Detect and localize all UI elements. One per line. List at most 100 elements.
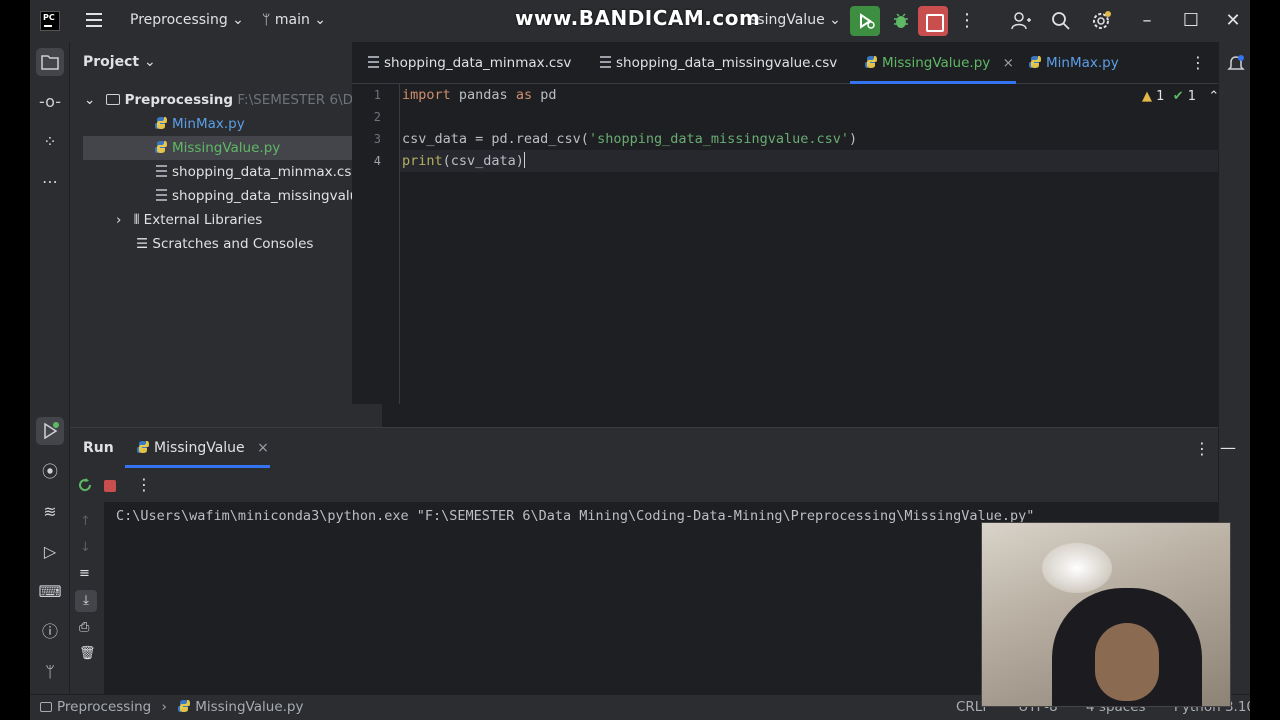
console-output[interactable]: C:\Users\wafim\miniconda3\python.exe "F:… [116,508,1034,524]
more-vertical-icon[interactable]: ⋮ [956,10,978,32]
line-number: 2 [373,110,381,124]
warning-count: 1 [1156,89,1165,104]
tab-shopping-missingvalue-csv[interactable]: shopping_data_missingvalue.csv [600,42,837,84]
scratches-label: Scratches and Consoles [152,236,314,252]
bug-icon [894,13,908,28]
minimize-icon[interactable]: – [1136,10,1158,32]
maximize-icon[interactable]: ☐ [1180,10,1202,32]
main-menu-icon[interactable] [86,13,102,27]
text-cursor [523,152,525,168]
run-tab-missingvalue[interactable]: MissingValue × [136,440,269,456]
tree-scratches[interactable]: ☰ Scratches and Consoles [136,232,313,256]
run-tool-icon[interactable] [36,417,64,445]
tab-minmax-py[interactable]: MinMax.py [1028,42,1119,84]
webcam-overlay [981,522,1231,707]
tabs-more-icon[interactable]: ⋮ [1190,42,1206,84]
python-file-icon [1028,44,1042,68]
tree-file-missingvalue[interactable]: MissingValue.py [83,136,353,160]
branch-icon: ᛘ [262,12,271,28]
notifications-icon[interactable] [1227,54,1245,76]
code-text: pandas [450,87,516,103]
rerun-button[interactable] [850,6,880,36]
soft-wrap-icon[interactable]: ≡ [79,566,90,581]
project-panel-title[interactable]: Project ⌄ [83,54,156,70]
rerun-icon[interactable] [76,476,94,498]
code-line-3[interactable]: csv_data = pd.read_csv('shopping_data_mi… [402,128,857,150]
project-title-label: Project [83,54,140,70]
code-editor[interactable]: 1 2 3 4 import pandas as pd csv_data = p… [352,84,1239,404]
breadcrumb-root[interactable]: Preprocessing [57,699,151,715]
keyword: as [515,87,533,103]
tree-file-minmax-csv[interactable]: shopping_data_minmax.csv [156,160,359,184]
code-line-1[interactable]: import pandas as pd [402,84,556,106]
branch-switcher[interactable]: ᛘ main ⌄ [262,12,326,28]
python-file-icon [177,699,191,713]
run-more-icon[interactable]: ⋮ [1194,439,1210,458]
scratches-icon: ☰ [136,236,149,252]
run-config-selector[interactable]: ssingValue ⌄ [750,12,841,28]
tab-label: MissingValue.py [882,55,991,71]
rerun-icon [860,13,875,29]
print-icon[interactable]: ⎙ [79,620,89,635]
editor-tabs: shopping_data_minmax.csv shopping_data_m… [352,42,1250,84]
title-bar: PC Preprocessing ⌄ ᛘ main ⌄ ssingValue ⌄… [30,0,1250,42]
code-text: ) [849,131,858,147]
string-literal: 'shopping_data_missingvalue.csv' [588,131,850,147]
tab-label: MinMax.py [1046,55,1119,71]
stop-icon[interactable] [104,480,116,492]
structure-icon[interactable]: ⁘ [36,128,64,156]
debug-button[interactable] [886,6,916,36]
tab-missingvalue-py[interactable]: MissingValue.py × [864,42,1014,84]
more-tools-icon[interactable]: ⋯ [36,168,64,196]
external-libraries-label: External Libraries [143,212,263,228]
branch-label: main [274,12,310,28]
python-file-icon [154,138,168,153]
add-user-icon[interactable] [1010,10,1032,32]
project-switcher[interactable]: Preprocessing ⌄ [130,12,244,28]
tab-shopping-minmax-csv[interactable]: shopping_data_minmax.csv [368,42,571,84]
arrow-up-icon[interactable]: ↑ [80,514,91,529]
line-number-gutter: 1 2 3 4 [352,84,400,404]
python-file-icon [864,44,878,68]
chevron-down-icon: ⌄ [143,54,156,70]
stop-button[interactable] [918,6,948,36]
chevron-down-icon: ⌄ [829,12,841,28]
line-number: 4 [373,154,381,168]
pycharm-logo-icon[interactable]: PC [40,11,60,31]
git-icon[interactable]: ᛘ [36,658,64,686]
project-panel: Project ⌄ ⌄ Preprocessing F:\SEMESTER 6\… [70,42,393,468]
tree-external-libraries[interactable]: › ⫴ External Libraries [116,208,262,232]
python-packages-icon[interactable]: ⦿ [36,458,64,486]
settings-gear-icon[interactable] [1090,10,1112,32]
text-file-icon [368,56,379,68]
run-side-toolbar: ↑ ↓ ≡ ⤓ ⎙ 🗑 [70,502,104,695]
scroll-to-end-icon[interactable]: ⤓ [75,590,97,612]
services-icon[interactable]: ▷ [36,538,64,566]
code-line-4[interactable]: print(csv_data) [402,150,525,172]
folder-icon [105,94,120,105]
terminal-icon[interactable]: ⌨ [36,578,64,606]
close-icon[interactable]: ✕ [1222,10,1244,32]
text-file-icon [600,56,611,68]
tree-root-preprocessing[interactable]: ⌄ Preprocessing F:\SEMESTER 6\Data [84,88,375,112]
more-vertical-icon[interactable]: ⋮ [136,475,152,494]
file-name-minmax-csv: shopping_data_minmax.csv [172,164,360,180]
layers-icon[interactable]: ≋ [36,498,64,526]
search-icon[interactable] [1050,10,1072,32]
hide-panel-icon[interactable]: — [1220,438,1236,457]
close-tab-icon[interactable]: × [257,440,269,456]
trash-icon[interactable]: 🗑 [79,646,96,661]
line-number: 1 [373,88,381,102]
arrow-down-icon[interactable]: ↓ [80,540,91,555]
commit-icon[interactable]: -o- [36,88,64,116]
tree-file-minmax[interactable]: MinMax.py [154,112,245,136]
project-folder-icon[interactable] [36,48,64,76]
breadcrumb-file[interactable]: MissingValue.py [195,699,303,715]
run-panel-title: Run [83,440,114,456]
tab-label: shopping_data_missingvalue.csv [616,55,838,71]
keyword: import [402,87,451,103]
root-folder-name: Preprocessing [124,92,234,108]
problems-icon[interactable]: ⓘ [36,618,64,646]
python-file-icon [136,440,150,454]
close-tab-icon[interactable]: × [1003,55,1014,71]
